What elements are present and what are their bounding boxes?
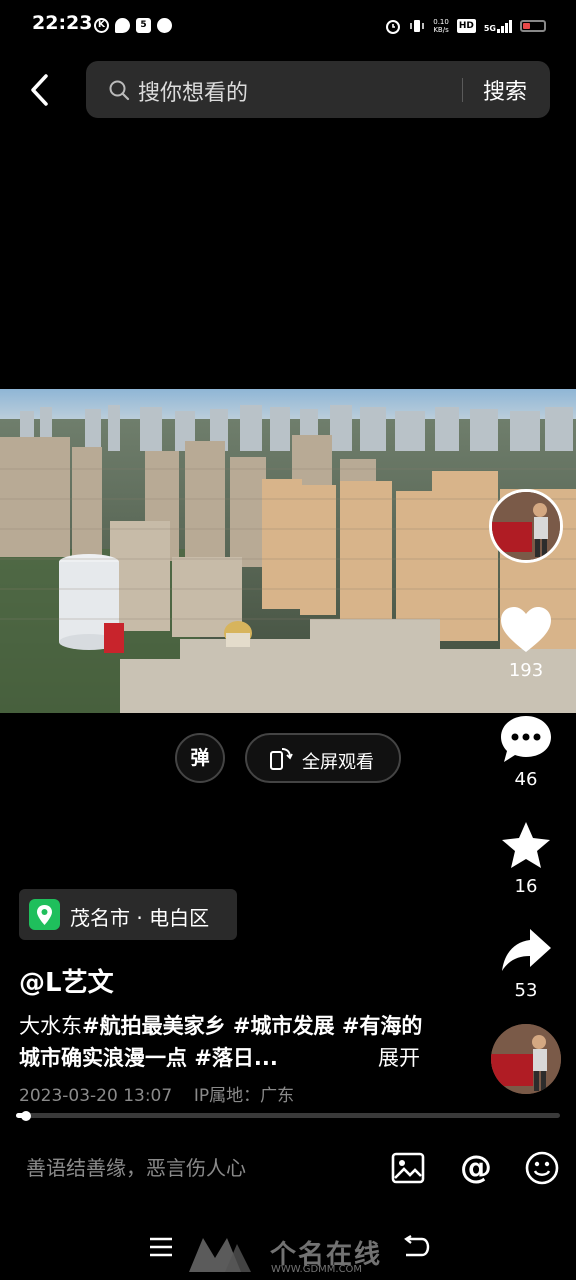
music-cover-image bbox=[491, 1024, 561, 1094]
share-action[interactable]: 53 bbox=[492, 926, 560, 1001]
author-name[interactable]: @L艺文 bbox=[19, 962, 114, 999]
like-count: 193 bbox=[508, 660, 544, 681]
hashtag[interactable]: #城市发展 bbox=[233, 1014, 342, 1038]
alarm-icon bbox=[386, 20, 401, 34]
search-bar[interactable]: 搜你想看的 搜索 bbox=[86, 61, 550, 118]
location-pin-icon bbox=[29, 899, 60, 930]
status-notification-icons: K 5 bbox=[94, 18, 172, 33]
menu-icon[interactable] bbox=[148, 1236, 174, 1258]
rotate-screen-icon bbox=[270, 748, 293, 770]
like-action[interactable]: 193 bbox=[492, 604, 560, 681]
avatar-image bbox=[492, 492, 560, 560]
message-icon bbox=[115, 18, 130, 33]
battery-icon bbox=[520, 20, 546, 32]
nav-back-icon[interactable] bbox=[402, 1235, 430, 1259]
comment-action[interactable]: 46 bbox=[492, 713, 560, 790]
app-58-icon: 5 bbox=[136, 18, 151, 33]
status-bar: 22:23 K 5 0.10 KB/s HD 5G bbox=[0, 0, 576, 52]
location-label: 茂名市 · 电白区 bbox=[70, 906, 210, 930]
progress-handle[interactable] bbox=[21, 1111, 31, 1121]
post-date: 2023-03-20 13:07 bbox=[19, 1086, 173, 1106]
share-count: 53 bbox=[514, 980, 538, 1001]
emoji-icon[interactable] bbox=[524, 1150, 560, 1186]
hashtag[interactable]: #落日... bbox=[194, 1046, 278, 1070]
video-player[interactable] bbox=[0, 389, 576, 713]
favorite-count: 16 bbox=[514, 876, 538, 897]
star-icon bbox=[502, 822, 550, 868]
network-speed: 0.10 KB/s bbox=[433, 18, 449, 34]
k-app-icon: K bbox=[94, 18, 109, 33]
back-button[interactable] bbox=[24, 70, 60, 110]
link-app-icon bbox=[157, 18, 172, 33]
city-aerial-video-frame bbox=[0, 389, 576, 713]
hashtag[interactable]: #航拍最美家乡 bbox=[82, 1014, 233, 1038]
comment-count: 46 bbox=[514, 769, 538, 790]
comment-bubble-icon bbox=[501, 716, 551, 762]
danmaku-toggle-button[interactable]: 弹 bbox=[175, 733, 225, 783]
vibrate-icon bbox=[410, 20, 424, 32]
favorite-action[interactable]: 16 bbox=[492, 820, 560, 897]
search-button[interactable]: 搜索 bbox=[483, 74, 527, 106]
heart-icon bbox=[501, 607, 551, 652]
search-input[interactable]: 搜你想看的 bbox=[138, 75, 248, 107]
post-meta: 2023-03-20 13:07 IP属地：广东 bbox=[19, 1081, 294, 1106]
ip-location: IP属地：广东 bbox=[193, 1086, 295, 1106]
search-divider bbox=[462, 78, 463, 102]
watermark: 个名在线 WWW.GDMM.COM bbox=[185, 1232, 395, 1276]
music-disc[interactable] bbox=[491, 1024, 561, 1094]
status-time: 22:23 bbox=[32, 12, 93, 34]
expand-caption-link[interactable]: 展开 bbox=[370, 1042, 420, 1072]
hd-voice-icon: HD bbox=[456, 19, 476, 33]
share-arrow-icon bbox=[502, 929, 551, 971]
caption-text: 大水东 bbox=[19, 1014, 82, 1038]
fullscreen-button[interactable]: 全屏观看 bbox=[245, 733, 401, 783]
signal-icon: 5G bbox=[484, 19, 512, 33]
author-avatar[interactable] bbox=[489, 489, 563, 563]
search-icon bbox=[109, 80, 130, 101]
watermark-url: WWW.GDMM.COM bbox=[271, 1264, 363, 1275]
image-icon[interactable] bbox=[390, 1150, 426, 1186]
progress-track[interactable] bbox=[16, 1113, 560, 1118]
watermark-logo bbox=[189, 1238, 251, 1272]
location-tag[interactable]: 茂名市 · 电白区 bbox=[19, 889, 237, 940]
mention-icon[interactable]: @ bbox=[457, 1148, 495, 1186]
comment-input[interactable]: 善语结善缘，恶言伤人心 bbox=[26, 1152, 246, 1181]
status-system-icons: 0.10 KB/s HD 5G bbox=[385, 18, 546, 34]
fullscreen-label: 全屏观看 bbox=[302, 752, 374, 773]
